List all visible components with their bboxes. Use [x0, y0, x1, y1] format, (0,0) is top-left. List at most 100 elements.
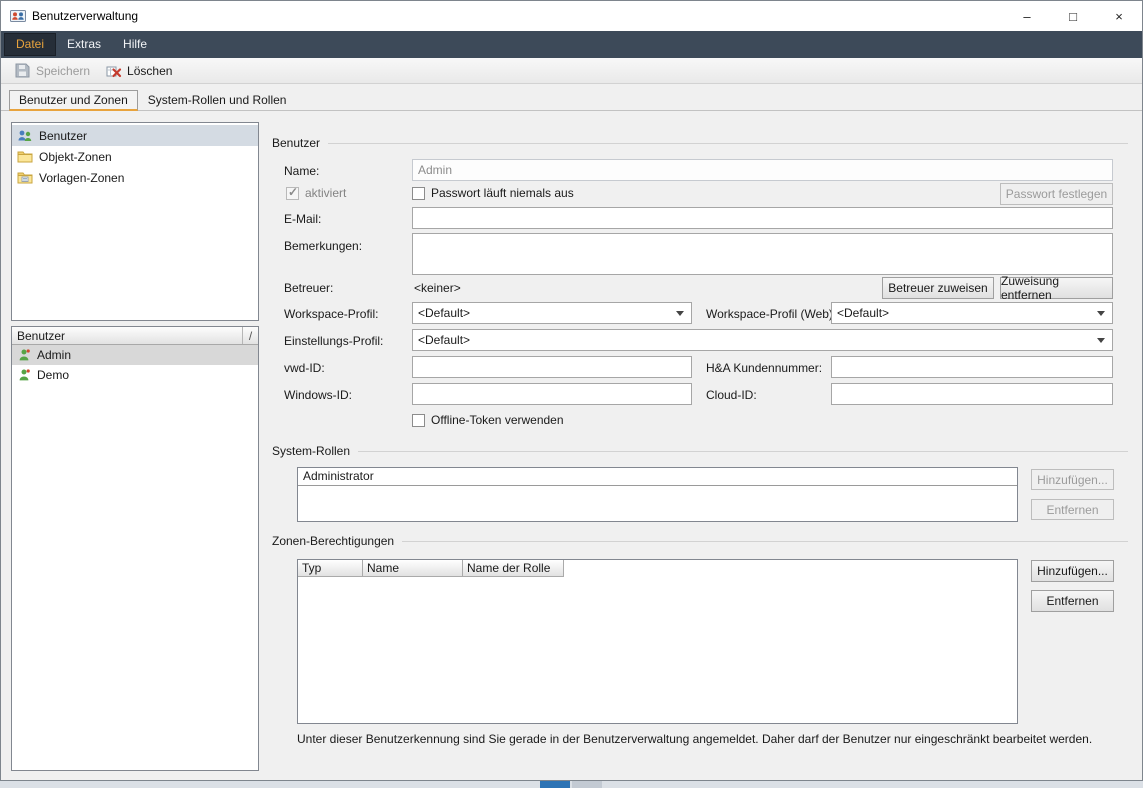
bemerkungen-textarea[interactable]: [412, 233, 1113, 275]
tab-benutzer-und-zonen[interactable]: Benutzer und Zonen: [9, 90, 138, 111]
group-benutzer-title: Benutzer: [272, 136, 320, 150]
save-icon: [15, 63, 31, 79]
chevron-down-icon: [1097, 311, 1105, 316]
tab-system-rollen-und-rollen[interactable]: System-Rollen und Rollen: [138, 90, 297, 111]
bemerkungen-label: Bemerkungen:: [284, 239, 362, 253]
menu-datei[interactable]: Datei: [4, 33, 56, 56]
menubar: Datei Extras Hilfe: [1, 31, 1142, 58]
toolbar: Speichern Löschen: [1, 58, 1142, 84]
user-list-header-label: Benutzer: [12, 327, 242, 344]
save-label: Speichern: [36, 64, 90, 78]
workspace-profil-value: <Default>: [418, 306, 676, 320]
windows-id-input[interactable]: [412, 383, 692, 405]
titlebar: Benutzerverwaltung – □ ×: [1, 1, 1142, 31]
zonen-table[interactable]: Typ Name Name der Rolle: [297, 559, 1018, 724]
taskbar-app-icon: [540, 781, 570, 788]
passwort-niemals-checkbox[interactable]: Passwort läuft niemals aus: [412, 186, 574, 200]
user-icon: [17, 368, 31, 382]
group-line: [402, 541, 1128, 542]
minimize-button[interactable]: –: [1004, 1, 1050, 31]
workspace-profil-select[interactable]: <Default>: [412, 302, 692, 324]
user-list-header[interactable]: Benutzer /: [12, 327, 258, 345]
workspace-profil-web-value: <Default>: [837, 306, 1097, 320]
system-rollen-remove-button[interactable]: Entfernen: [1031, 499, 1114, 520]
zonen-remove-button[interactable]: Entfernen: [1031, 590, 1114, 612]
ha-kundennummer-input[interactable]: [831, 356, 1113, 378]
save-button[interactable]: Speichern: [7, 60, 98, 82]
email-label: E-Mail:: [284, 212, 321, 226]
ha-kundennummer-label: H&A Kundennummer:: [706, 361, 822, 375]
delete-label: Löschen: [127, 64, 172, 78]
menu-hilfe[interactable]: Hilfe: [112, 33, 158, 56]
user-icon: [17, 348, 31, 362]
group-zonen-berechtigungen: Zonen-Berechtigungen: [272, 534, 1128, 548]
workspace-profil-web-select[interactable]: <Default>: [831, 302, 1113, 324]
app-icon: [10, 8, 26, 24]
system-rollen-add-button[interactable]: Hinzufügen...: [1031, 469, 1114, 490]
maximize-button[interactable]: □: [1050, 1, 1096, 31]
group-line: [358, 451, 1128, 452]
tree-item-label: Benutzer: [39, 129, 87, 143]
tree-item-benutzer[interactable]: Benutzer: [12, 125, 258, 146]
group-system-rollen-title: System-Rollen: [272, 444, 350, 458]
system-rollen-item[interactable]: Administrator: [298, 468, 1017, 486]
cloud-id-label: Cloud-ID:: [706, 388, 757, 402]
tree-item-objekt-zonen[interactable]: Objekt-Zonen: [12, 146, 258, 167]
workspace-profil-web-label: Workspace-Profil (Web):: [706, 307, 836, 321]
tree-item-label: Vorlagen-Zonen: [39, 171, 124, 185]
list-item-label: Admin: [37, 348, 71, 362]
passwort-niemals-label: Passwort läuft niemals aus: [431, 186, 574, 200]
app-window: Benutzerverwaltung – □ × Datei Extras Hi…: [0, 0, 1143, 781]
betreuer-value: <keiner>: [414, 281, 461, 295]
vwd-id-label: vwd-ID:: [284, 361, 325, 375]
column-header-name-der-rolle[interactable]: Name der Rolle: [463, 560, 564, 577]
column-header-typ[interactable]: Typ: [298, 560, 363, 577]
delete-icon: [106, 63, 122, 79]
offline-token-label: Offline-Token verwenden: [431, 413, 564, 427]
windows-id-label: Windows-ID:: [284, 388, 352, 402]
delete-button[interactable]: Löschen: [98, 60, 180, 82]
chevron-down-icon: [676, 311, 684, 316]
folder-template-icon: [17, 170, 33, 186]
zonen-add-button[interactable]: Hinzufügen...: [1031, 560, 1114, 582]
zuweisung-entfernen-button[interactable]: Zuweisung entfernen: [1000, 277, 1113, 299]
checkbox-checked-icon: [286, 187, 299, 200]
menu-extras[interactable]: Extras: [56, 33, 112, 56]
screen: Benutzerverwaltung – □ × Datei Extras Hi…: [0, 0, 1143, 788]
passwort-festlegen-button[interactable]: Passwort festlegen: [1000, 183, 1113, 205]
taskbar-app-icon: [572, 781, 602, 788]
system-rollen-list[interactable]: Administrator: [297, 467, 1018, 522]
zones-tree: Benutzer Objekt-Zonen: [11, 122, 259, 321]
betreuer-zuweisen-button[interactable]: Betreuer zuweisen: [882, 277, 994, 299]
name-input[interactable]: [412, 159, 1113, 181]
users-icon: [17, 128, 33, 144]
taskbar-sliver: [0, 781, 1143, 788]
group-benutzer: Benutzer: [272, 136, 1128, 150]
aktiviert-checkbox[interactable]: aktiviert: [286, 186, 346, 200]
einstellungs-profil-label: Einstellungs-Profil:: [284, 334, 383, 348]
list-item-admin[interactable]: Admin: [12, 345, 258, 365]
group-system-rollen: System-Rollen: [272, 444, 1128, 458]
window-controls: – □ ×: [1004, 1, 1142, 31]
tree-item-label: Objekt-Zonen: [39, 150, 112, 164]
close-button[interactable]: ×: [1096, 1, 1142, 31]
einstellungs-profil-value: <Default>: [418, 333, 1097, 347]
einstellungs-profil-select[interactable]: <Default>: [412, 329, 1113, 351]
email-input[interactable]: [412, 207, 1113, 229]
vwd-id-input[interactable]: [412, 356, 692, 378]
group-line: [328, 143, 1128, 144]
name-label: Name:: [284, 164, 319, 178]
aktiviert-label: aktiviert: [305, 186, 346, 200]
offline-token-checkbox[interactable]: Offline-Token verwenden: [412, 413, 564, 427]
betreuer-label: Betreuer:: [284, 281, 333, 295]
user-list: Benutzer / Admin: [11, 326, 259, 771]
list-item-demo[interactable]: Demo: [12, 365, 258, 385]
cloud-id-input[interactable]: [831, 383, 1113, 405]
group-zonen-title: Zonen-Berechtigungen: [272, 534, 394, 548]
tabstrip: Benutzer und Zonen System-Rollen und Rol…: [1, 84, 1142, 111]
checkbox-icon: [412, 414, 425, 427]
chevron-down-icon: [1097, 338, 1105, 343]
column-header-name[interactable]: Name: [363, 560, 463, 577]
zonen-table-header: Typ Name Name der Rolle: [298, 560, 1017, 577]
tree-item-vorlagen-zonen[interactable]: Vorlagen-Zonen: [12, 167, 258, 188]
